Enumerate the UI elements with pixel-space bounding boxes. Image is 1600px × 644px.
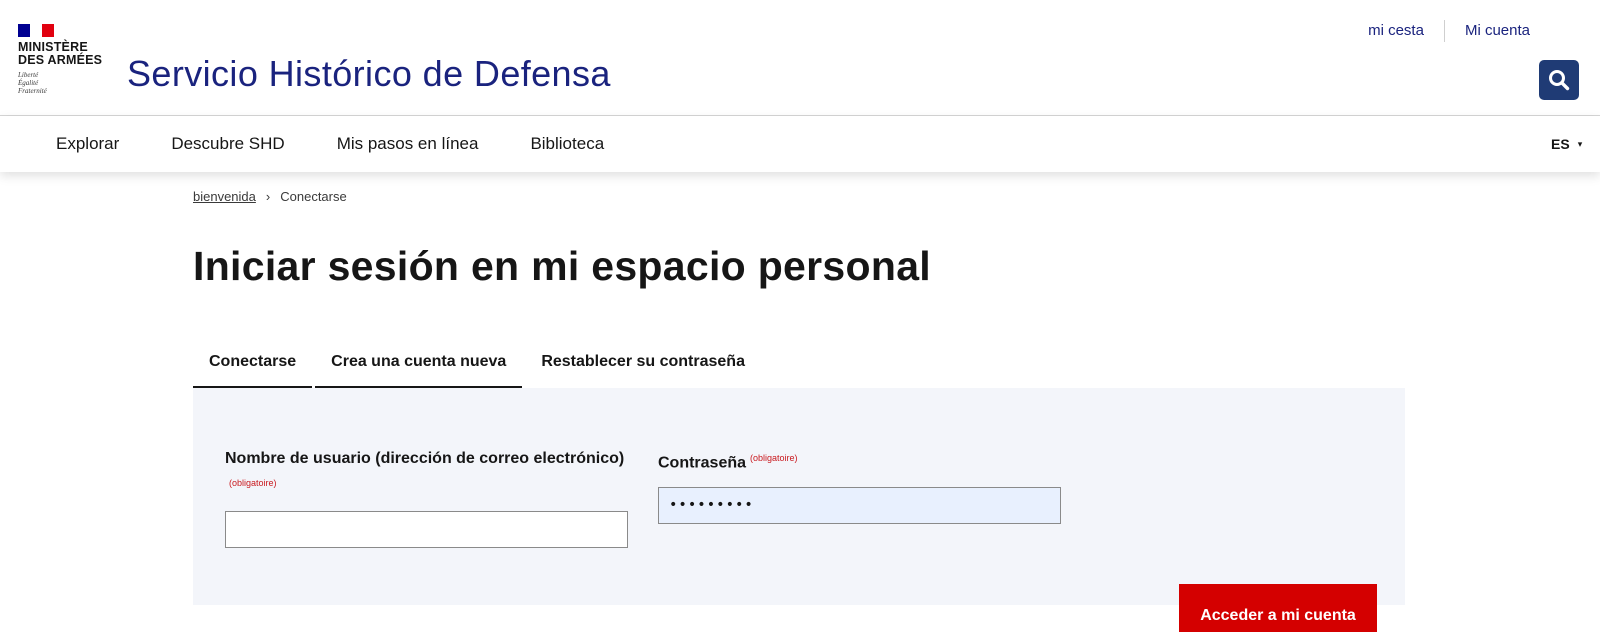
ministry-name: MINISTÈRE DES ARMÉES bbox=[18, 40, 103, 67]
nav-item-descubre-shd[interactable]: Descubre SHD bbox=[145, 116, 310, 172]
site-header: MINISTÈRE DES ARMÉES Liberté Égalité Fra… bbox=[0, 0, 1600, 116]
breadcrumb-separator-icon: › bbox=[265, 189, 271, 204]
nav-item-mis-pasos[interactable]: Mis pasos en línea bbox=[311, 116, 505, 172]
ministry-logo[interactable]: MINISTÈRE DES ARMÉES Liberté Égalité Fra… bbox=[18, 24, 114, 100]
french-flag-icon bbox=[18, 24, 54, 37]
search-icon bbox=[1549, 70, 1570, 91]
language-selector[interactable]: ES ▾ bbox=[1551, 116, 1582, 172]
breadcrumb: bienvenida › Conectarse bbox=[193, 189, 347, 204]
username-label: Nombre de usuario (dirección de correo e… bbox=[225, 446, 645, 500]
chevron-down-icon: ▾ bbox=[1577, 138, 1583, 149]
breadcrumb-current: Conectarse bbox=[280, 189, 347, 204]
login-submit-button[interactable]: Acceder a mi cuenta bbox=[1179, 584, 1377, 632]
tab-crea-cuenta[interactable]: Crea una cuenta nueva bbox=[315, 340, 523, 388]
language-code: ES bbox=[1551, 136, 1570, 152]
password-required-marker: (obligatoire) bbox=[750, 453, 798, 463]
top-links: mi cesta Mi cuenta bbox=[1348, 18, 1550, 44]
tab-conectarse[interactable]: Conectarse bbox=[193, 340, 313, 388]
username-label-text: Nombre de usuario (dirección de correo e… bbox=[225, 450, 625, 467]
nav-item-explorar[interactable]: Explorar bbox=[30, 116, 145, 172]
username-field[interactable] bbox=[225, 511, 628, 548]
cart-link[interactable]: mi cesta bbox=[1348, 18, 1444, 44]
main-nav: Explorar Descubre SHD Mis pasos en línea… bbox=[0, 116, 1600, 172]
auth-tabs: Conectarse Crea una cuenta nueva Restabl… bbox=[193, 340, 764, 388]
password-label: Contraseña (obligatoire) bbox=[658, 446, 1078, 475]
username-required-marker: (obligatoire) bbox=[229, 478, 277, 488]
breadcrumb-home-link[interactable]: bienvenida bbox=[193, 189, 256, 204]
page-title: Iniciar sesión en mi espacio personal bbox=[193, 243, 931, 289]
search-button[interactable] bbox=[1539, 60, 1579, 100]
republic-motto: Liberté Égalité Fraternité bbox=[18, 71, 47, 95]
account-link[interactable]: Mi cuenta bbox=[1445, 18, 1550, 44]
site-title[interactable]: Servicio Histórico de Defensa bbox=[127, 52, 611, 96]
password-label-text: Contraseña bbox=[658, 454, 747, 472]
tab-restablecer-contrasena[interactable]: Restablecer su contraseña bbox=[525, 340, 761, 388]
password-field[interactable]: ••••••••• bbox=[658, 487, 1061, 524]
nav-item-biblioteca[interactable]: Biblioteca bbox=[504, 116, 630, 172]
